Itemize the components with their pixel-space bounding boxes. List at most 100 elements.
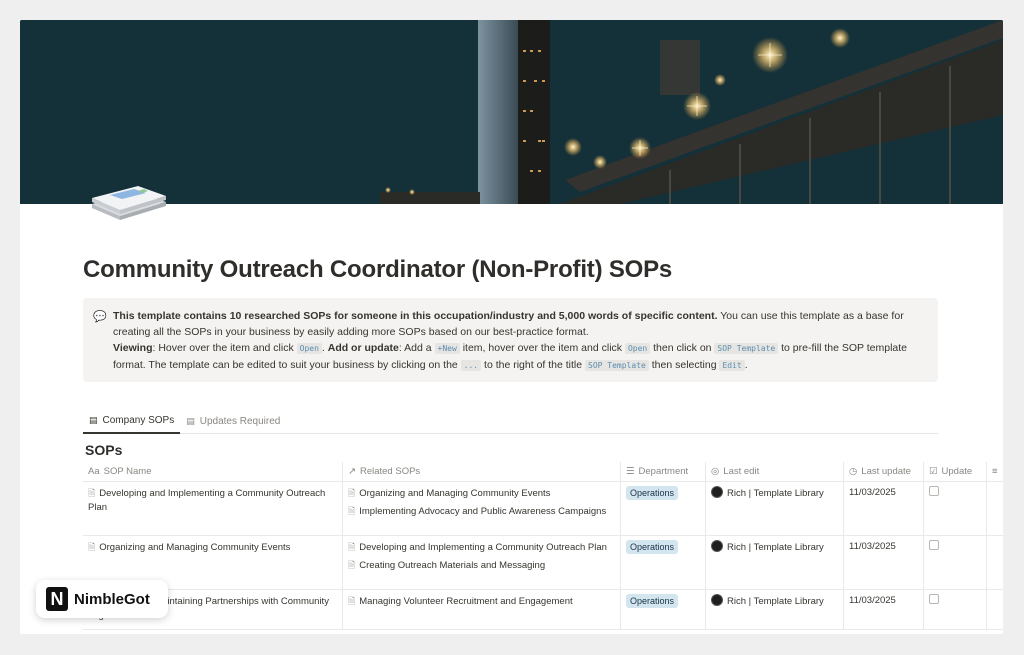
column-header-update[interactable]: ☑ Update <box>924 462 987 481</box>
person-icon: ◎ <box>711 466 720 477</box>
edit-code: Edit <box>719 360 745 371</box>
table-row[interactable]: 🗎 Developing and Implementing a Community… <box>83 482 1003 536</box>
column-header-name[interactable]: Aa SOP Name <box>83 462 343 481</box>
last-edit-cell: Rich | Template Library <box>706 482 844 535</box>
related-link[interactable]: 🗎 Managing Volunteer Recruitment and Enga… <box>348 594 615 609</box>
department-tag: Operations <box>626 594 679 608</box>
checkbox-property-icon: ☑ <box>929 466 938 477</box>
avatar <box>711 486 723 498</box>
brand-watermark: N NimbleGot <box>36 580 168 618</box>
callout-intro-bold: This template contains 10 researched SOP… <box>113 310 718 322</box>
relation-arrow-icon: ↗ <box>348 466 356 477</box>
last-update-cell: 11/03/2025 <box>844 482 924 535</box>
add-text-6: then selecting <box>648 359 720 371</box>
column-header-more[interactable]: ≡ <box>987 462 1003 481</box>
header-label: SOP Name <box>103 466 152 477</box>
related-label: Creating Outreach Materials and Messagin… <box>359 560 546 571</box>
column-header-related[interactable]: ↗ Related SOPs <box>343 462 621 481</box>
list-icon: ☰ <box>626 466 635 477</box>
last-edit-cell: Rich | Template Library <box>706 536 844 589</box>
table-row[interactable]: 🗎 Organizing and Managing Community Event… <box>83 536 1003 590</box>
text-property-icon: Aa <box>88 466 100 477</box>
update-cell <box>924 482 987 535</box>
update-date: 11/03/2025 <box>849 541 896 552</box>
sop-table: Aa SOP Name ↗ Related SOPs ☰ Department ◎ La… <box>83 462 1003 630</box>
related-link[interactable]: 🗎 Implementing Advocacy and Public Awaren… <box>348 504 615 519</box>
page-icon: 🗎 <box>348 596 356 606</box>
cover-image[interactable] <box>20 20 1003 204</box>
page-icon: 🗎 <box>348 560 356 570</box>
view-tabs: ▤ Company SOPs ▤ Updates Required <box>83 408 938 434</box>
page-icon: 🗎 <box>348 488 356 498</box>
page-icon: 🗎 <box>88 542 96 552</box>
page-icon: 🗎 <box>348 506 356 516</box>
update-cell <box>924 590 987 629</box>
column-header-last-edit[interactable]: ◎ Last edit <box>706 462 844 481</box>
related-cell[interactable]: 🗎 Organizing and Managing Community Event… <box>343 482 621 535</box>
table-row[interactable]: 🗎Building and Maintaining Partnerships w… <box>83 590 1003 630</box>
lines-icon: ≡ <box>992 466 998 477</box>
column-header-department[interactable]: ☰ Department <box>621 462 706 481</box>
update-date: 11/03/2025 <box>849 595 896 606</box>
update-date: 11/03/2025 <box>849 487 896 498</box>
header-label: Department <box>638 466 689 477</box>
header-label: Update <box>941 466 973 477</box>
related-cell[interactable]: 🗎 Managing Volunteer Recruitment and Enga… <box>343 590 621 629</box>
add-text-7: . <box>744 359 748 371</box>
info-callout: 💬 This template contains 10 researched S… <box>83 298 938 382</box>
tab-company-sops[interactable]: ▤ Company SOPs <box>83 408 181 434</box>
new-code: +New <box>434 343 460 354</box>
sop-template-code-2: SOP Template <box>585 360 649 371</box>
extra-cell <box>987 590 1003 629</box>
department-cell[interactable]: Operations <box>621 590 706 629</box>
last-update-cell: 11/03/2025 <box>844 590 924 629</box>
notion-page: Community Outreach Coordinator (Non-Prof… <box>20 20 1003 634</box>
sop-template-code: SOP Template <box>714 343 779 354</box>
table-icon: ▤ <box>186 415 195 426</box>
header-label: Related SOPs <box>359 466 421 477</box>
clock-icon: ◷ <box>849 466 858 477</box>
related-label: Implementing Advocacy and Public Awarene… <box>359 506 607 517</box>
brand-name: NimbleGot <box>74 590 150 608</box>
last-update-cell: 11/03/2025 <box>844 536 924 589</box>
dots-code: ... <box>460 360 482 371</box>
department-tag: Operations <box>626 540 679 554</box>
department-cell[interactable]: Operations <box>621 482 706 535</box>
document-stack-icon[interactable] <box>90 178 168 222</box>
add-text-2: item, hover over the item and click <box>459 342 625 354</box>
tab-label: Updates Required <box>199 415 281 427</box>
sop-name-cell[interactable]: 🗎 Developing and Implementing a Community… <box>83 482 343 535</box>
page-title: Community Outreach Coordinator (Non-Prof… <box>83 256 673 283</box>
related-cell[interactable]: 🗎 Developing and Implementing a Community… <box>343 536 621 589</box>
editor-name: Rich | Template Library <box>727 596 824 607</box>
section-title: SOPs <box>85 442 123 458</box>
department-cell[interactable]: Operations <box>621 536 706 589</box>
editor-name: Rich | Template Library <box>727 488 824 499</box>
update-checkbox[interactable] <box>929 486 939 496</box>
header-label: Last edit <box>723 466 760 477</box>
department-tag: Operations <box>626 486 679 500</box>
header-label: Last update <box>861 466 911 477</box>
column-header-last-update[interactable]: ◷ Last update <box>844 462 924 481</box>
viewing-text: : Hover over the item and click <box>152 342 297 354</box>
related-link[interactable]: 🗎 Developing and Implementing a Community… <box>348 540 615 555</box>
sop-name: Organizing and Managing Community Events <box>99 542 291 553</box>
avatar <box>711 594 723 606</box>
avatar <box>711 540 723 552</box>
open-code-2: Open <box>624 343 651 354</box>
related-link[interactable]: 🗎 Creating Outreach Materials and Messagi… <box>348 558 615 573</box>
tab-updates-required[interactable]: ▤ Updates Required <box>180 408 286 434</box>
nimblegot-logo-icon: N <box>46 587 68 611</box>
last-edit-cell: Rich | Template Library <box>706 590 844 629</box>
related-label: Developing and Implementing a Community … <box>359 542 607 553</box>
viewing-label: Viewing <box>113 342 153 354</box>
open-code: Open <box>296 343 322 354</box>
callout-text: This template contains 10 researched SOP… <box>113 310 908 371</box>
related-link[interactable]: 🗎 Organizing and Managing Community Event… <box>348 486 615 501</box>
page-icon: 🗎 <box>348 542 356 552</box>
add-label: Add or update <box>327 342 399 354</box>
page-icon: 🗎 <box>88 488 96 498</box>
update-checkbox[interactable] <box>929 540 939 550</box>
update-checkbox[interactable] <box>929 594 939 604</box>
extra-cell <box>987 482 1003 535</box>
